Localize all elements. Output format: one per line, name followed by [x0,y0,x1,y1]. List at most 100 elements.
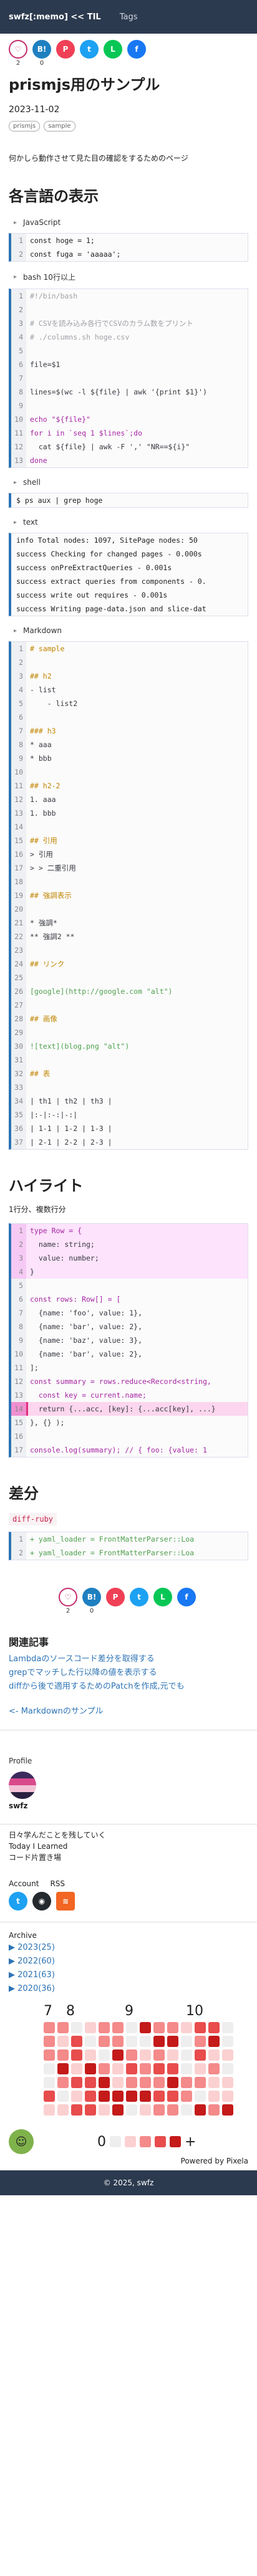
contribution-cell[interactable] [140,2104,151,2116]
contribution-cell[interactable] [44,2036,55,2047]
contribution-cell[interactable] [208,2036,220,2047]
contribution-cell[interactable] [126,2022,137,2033]
contribution-cell[interactable] [140,2077,151,2088]
contribution-cell[interactable] [195,2036,206,2047]
contribution-cell[interactable] [181,2104,192,2116]
contribution-cell[interactable] [57,2022,69,2033]
contribution-cell[interactable] [208,2104,220,2116]
archive-link[interactable]: ▶ 2021(63) [9,1970,55,1980]
contribution-cell[interactable] [208,2091,220,2102]
contribution-cell[interactable] [195,2091,206,2102]
contribution-cell[interactable] [167,2036,178,2047]
contribution-cell[interactable] [195,2022,206,2033]
related-link-1[interactable]: Lambdaのソースコード差分を取得する [9,1653,248,1666]
share-hatena-button[interactable]: ♡ 2 [59,1588,77,1615]
contribution-cell[interactable] [153,2022,165,2033]
share-pocket-button[interactable]: P [106,1588,125,1615]
contribution-cell[interactable] [85,2104,96,2116]
powered-by[interactable]: Powered by Pixela [9,2157,248,2165]
contribution-cell[interactable] [222,2036,233,2047]
contribution-cell[interactable] [181,2063,192,2074]
contribution-cell[interactable] [140,2022,151,2033]
contribution-cell[interactable] [167,2104,178,2116]
related-link-3[interactable]: diffから後で適用するためのPatchを作成,元でも [9,1680,248,1694]
share-facebook-button[interactable]: f [127,40,146,67]
contribution-cell[interactable] [44,2104,55,2116]
contribution-cell[interactable] [222,2022,233,2033]
contribution-cell[interactable] [57,2063,69,2074]
contribution-cell[interactable] [112,2104,124,2116]
contribution-cell[interactable] [112,2077,124,2088]
github-icon[interactable]: ◉ [32,1892,51,1911]
contribution-cell[interactable] [153,2049,165,2061]
contribution-cell[interactable] [167,2091,178,2102]
contribution-cell[interactable] [181,2036,192,2047]
contribution-cell[interactable] [140,2036,151,2047]
contribution-cell[interactable] [112,2063,124,2074]
contribution-cell[interactable] [153,2091,165,2102]
share-twitter-button[interactable]: t [130,1588,148,1615]
archive-item[interactable]: ▶ 2020(36) [9,1982,248,1996]
share-line-button[interactable]: L [104,40,122,67]
contribution-cell[interactable] [44,2022,55,2033]
contribution-cell[interactable] [44,2091,55,2102]
share-facebook-button[interactable]: f [177,1588,196,1615]
contribution-cell[interactable] [112,2036,124,2047]
contribution-cell[interactable] [71,2091,82,2102]
prev-post-link[interactable]: <- Markdownのサンプル [9,1705,248,1719]
site-brand-link[interactable]: swfz[:memo] << TIL [9,12,101,22]
archive-link[interactable]: ▶ 2022(60) [9,1957,55,1966]
share-hatebu-button[interactable]: B! 0 [82,1588,101,1615]
archive-link[interactable]: ▶ 2023(25) [9,1943,55,1952]
share-pocket-button[interactable]: P [56,40,75,67]
contribution-cell[interactable] [181,2049,192,2061]
contribution-cell[interactable] [99,2104,110,2116]
contribution-cell[interactable] [85,2091,96,2102]
contribution-cell[interactable] [222,2091,233,2102]
contribution-cell[interactable] [153,2036,165,2047]
contribution-cell[interactable] [167,2063,178,2074]
contribution-cell[interactable] [71,2104,82,2116]
contribution-cell[interactable] [208,2077,220,2088]
contribution-cell[interactable] [112,2049,124,2061]
contribution-cell[interactable] [85,2077,96,2088]
contribution-cell[interactable] [57,2091,69,2102]
contribution-cell[interactable] [99,2049,110,2061]
share-hatena-button[interactable]: ♡ 2 [9,40,27,67]
contribution-cell[interactable] [85,2049,96,2061]
contribution-cell[interactable] [140,2091,151,2102]
contribution-cell[interactable] [181,2022,192,2033]
share-hatebu-button[interactable]: B! 0 [32,40,51,67]
contribution-cell[interactable] [112,2022,124,2033]
contribution-cell[interactable] [208,2049,220,2061]
tag-prismjs[interactable]: prismjs [9,121,41,131]
contribution-cell[interactable] [85,2063,96,2074]
contribution-cell[interactable] [44,2077,55,2088]
tag-sample[interactable]: sample [44,121,75,131]
twitter-icon[interactable]: t [9,1892,27,1911]
contribution-cell[interactable] [99,2022,110,2033]
archive-item[interactable]: ▶ 2023(25) [9,1941,248,1955]
related-link-2[interactable]: grepでマッチした行以降の値を表示する [9,1666,248,1680]
contribution-cell[interactable] [57,2077,69,2088]
contribution-cell[interactable] [181,2077,192,2088]
contribution-cell[interactable] [140,2063,151,2074]
contribution-cell[interactable] [153,2077,165,2088]
contribution-cell[interactable] [71,2077,82,2088]
contribution-cell[interactable] [126,2036,137,2047]
contribution-cell[interactable] [195,2063,206,2074]
rss-icon[interactable]: ≋ [56,1892,75,1911]
contribution-cell[interactable] [222,2063,233,2074]
contribution-cell[interactable] [112,2091,124,2102]
contribution-cell[interactable] [99,2036,110,2047]
contribution-cell[interactable] [126,2104,137,2116]
contribution-cell[interactable] [44,2049,55,2061]
contribution-cell[interactable] [126,2077,137,2088]
contribution-cell[interactable] [71,2063,82,2074]
contribution-cell[interactable] [71,2036,82,2047]
contribution-cell[interactable] [167,2077,178,2088]
contribution-cell[interactable] [99,2077,110,2088]
contribution-cell[interactable] [126,2091,137,2102]
contribution-cell[interactable] [57,2036,69,2047]
contribution-cell[interactable] [140,2049,151,2061]
